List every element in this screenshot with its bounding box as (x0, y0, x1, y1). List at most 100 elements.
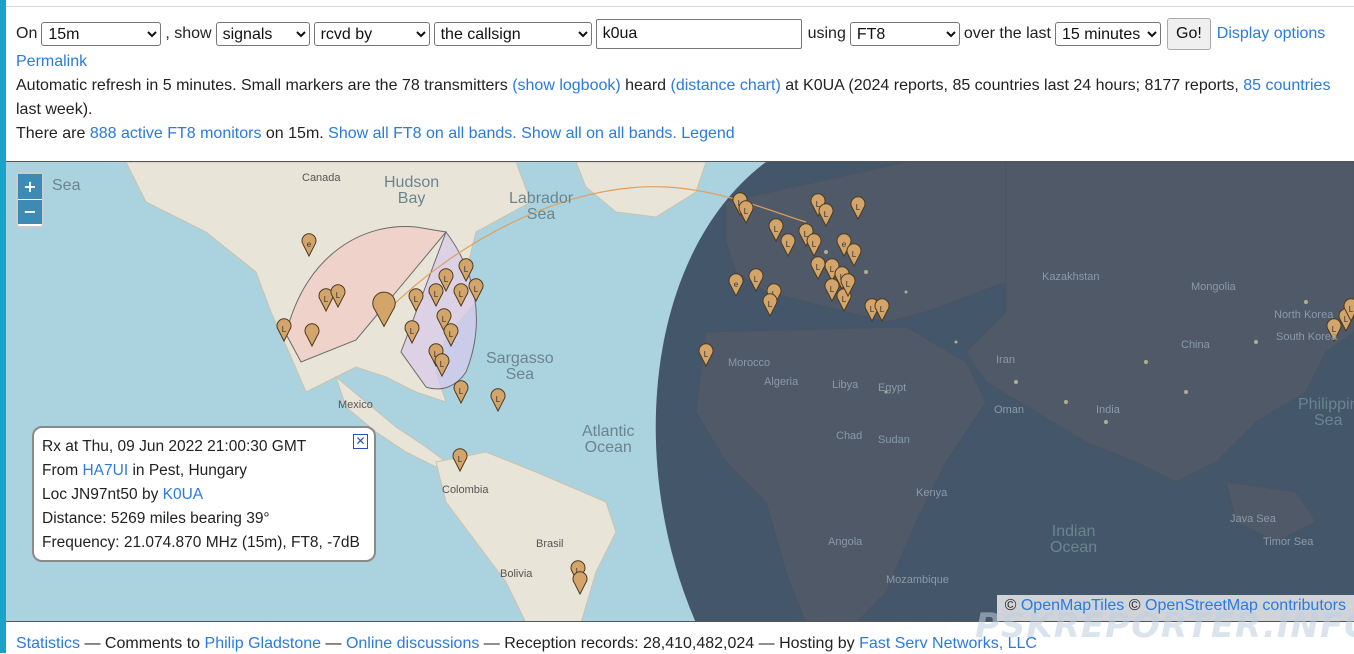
summary-line: Automatic refresh in 5 minutes. Small ma… (16, 74, 1346, 122)
popup-rx-time: Rx at Thu, 09 Jun 2022 21:00:30 GMT (42, 438, 307, 455)
zoom-in-button[interactable]: + (18, 174, 42, 199)
zoom-control: + − (16, 172, 44, 228)
summary-text-2: heard (625, 77, 667, 94)
active-monitors-link[interactable]: 888 active FT8 monitors (90, 125, 262, 142)
station-marker-letter: e (842, 240, 847, 249)
popup-loc-label: Loc JN97nt50 by (42, 486, 159, 503)
station-marker-letter: L (324, 295, 329, 304)
map-attribution: © OpenMapTiles © OpenStreetMap contribut… (996, 595, 1354, 621)
station-marker-letter: L (830, 285, 835, 294)
show-all-all-bands-link[interactable]: Show all on all bands. (521, 125, 677, 142)
station-marker-letter: L (449, 330, 454, 339)
go-button[interactable]: Go! (1167, 18, 1211, 50)
station-marker-letter: L (824, 210, 829, 219)
station-marker-letter: L (846, 280, 851, 289)
station-marker-letter: L (768, 300, 773, 309)
zoom-out-button[interactable]: − (18, 199, 42, 224)
popup-from-label: From (42, 462, 79, 479)
popup-from-location: in Pest, Hungary (132, 462, 248, 479)
band-select[interactable]: 15m (41, 22, 162, 46)
night-terminator (655, 162, 1354, 621)
footer-sep: — (325, 635, 342, 652)
close-icon[interactable]: ✕ (353, 434, 368, 449)
attribution-copyright-2: © (1128, 597, 1141, 614)
distance-chart-link[interactable]: (distance chart) (671, 77, 781, 94)
station-marker-letter: L (1349, 305, 1354, 314)
attribution-copyright-1: © (1004, 597, 1017, 614)
station-marker-letter: e (734, 280, 739, 289)
online-discussions-link[interactable]: Online discussions (346, 635, 479, 652)
permalink-link[interactable]: Permalink (16, 53, 87, 70)
direction-select[interactable]: rcvd by (313, 22, 430, 46)
station-marker-letter: L (754, 275, 759, 284)
popup-from-callsign-link[interactable]: HA7UI (82, 462, 128, 479)
show-select[interactable]: signals (215, 22, 310, 46)
popup-frequency: Frequency: 21.074.870 MHz (15m), FT8, -7… (42, 534, 360, 551)
over-label: over the last (963, 25, 1051, 42)
permalink-row: Permalink (16, 50, 1346, 74)
station-marker-letter: L (786, 240, 791, 249)
station-marker-letter: L (459, 387, 464, 396)
monitors-line: There are 888 active FT8 monitors on 15m… (16, 122, 1346, 146)
mode-select[interactable]: FT8 (849, 22, 960, 46)
station-marker-letter: L (444, 275, 449, 284)
statistics-link[interactable]: Statistics (16, 635, 80, 652)
popup-from-line: From HA7UI in Pest, Hungary (42, 459, 366, 483)
using-label: using (807, 25, 846, 42)
show-label: , show (165, 25, 212, 42)
station-marker-letter: L (842, 295, 847, 304)
page-footer: Statistics — Comments to Philip Gladston… (16, 634, 1346, 654)
time-window-select[interactable]: 15 minutes (1055, 22, 1161, 46)
display-options-link[interactable]: Display options (1217, 22, 1326, 46)
station-marker-letter: L (434, 290, 439, 299)
query-row: On 15m , show signals rcvd by the callsi… (16, 18, 1346, 50)
reception-popup: ✕ Rx at Thu, 09 Jun 2022 21:00:30 GMT Fr… (32, 426, 376, 562)
station-marker-letter: L (830, 265, 835, 274)
station-marker-letter: L (852, 250, 857, 259)
callsign-input[interactable] (595, 19, 802, 49)
station-marker-letter: L (442, 315, 447, 324)
station-marker-letter: L (282, 325, 287, 334)
openmaptiles-link[interactable]: OpenMapTiles (1021, 597, 1124, 614)
fast-serv-link[interactable]: Fast Serv Networks, LLC (859, 635, 1037, 652)
show-ft8-all-bands-link[interactable]: Show all FT8 on all bands. (328, 125, 517, 142)
station-marker-letter: L (474, 285, 479, 294)
show-logbook-link[interactable]: (show logbook) (512, 77, 621, 94)
station-marker-letter: L (336, 291, 341, 300)
monitors-text-2: on 15m. (265, 125, 324, 142)
legend-link[interactable]: Legend (681, 125, 734, 142)
station-marker-letter: L (1332, 325, 1337, 334)
popup-distance: Distance: 5269 miles bearing 39° (42, 510, 270, 527)
station-marker-letter: L (459, 290, 464, 299)
station-marker[interactable]: L (453, 380, 469, 405)
station-marker-letter: L (870, 305, 875, 314)
query-controls: On 15m , show signals rcvd by the callsi… (16, 18, 1346, 146)
summary-text-4: last week). (16, 101, 93, 118)
station-marker-letter: L (458, 455, 463, 464)
station-marker-letter: L (464, 265, 469, 274)
countries-link[interactable]: 85 countries (1243, 77, 1330, 94)
target-type-select[interactable]: the callsign (433, 22, 592, 46)
top-divider (6, 6, 1354, 7)
land-south-america (435, 451, 617, 621)
summary-text-3: at K0UA (2024 reports, 85 countries last… (785, 77, 1239, 94)
popup-receiver-callsign-link[interactable]: K0UA (163, 486, 204, 503)
station-marker-letter: L (496, 395, 501, 404)
station-marker-letter: L (812, 240, 817, 249)
station-marker[interactable]: L (490, 388, 506, 413)
footer-text-2: — Reception records: 28,410,482,024 — Ho… (483, 635, 855, 652)
world-map[interactable]: eLLLLLLLLLLLLLLLLLLLLLLLLLLLeLLLLLLLeLLL… (6, 161, 1354, 622)
footer-text-1: — Comments to (84, 635, 201, 652)
station-marker-letter: L (410, 327, 415, 336)
station-marker-letter: L (744, 207, 749, 216)
station-marker-letter: L (440, 360, 445, 369)
openstreetmap-link[interactable]: OpenStreetMap contributors (1145, 597, 1346, 614)
on-label: On (16, 25, 38, 42)
popup-loc-line: Loc JN97nt50 by K0UA (42, 483, 366, 507)
station-marker-letter: L (774, 225, 779, 234)
monitors-text-1: There are (16, 125, 86, 142)
station-marker-letter: L (880, 305, 885, 314)
station-marker-letter: L (856, 203, 861, 212)
philip-gladstone-link[interactable]: Philip Gladstone (205, 635, 322, 652)
station-marker-letter: L (414, 295, 419, 304)
